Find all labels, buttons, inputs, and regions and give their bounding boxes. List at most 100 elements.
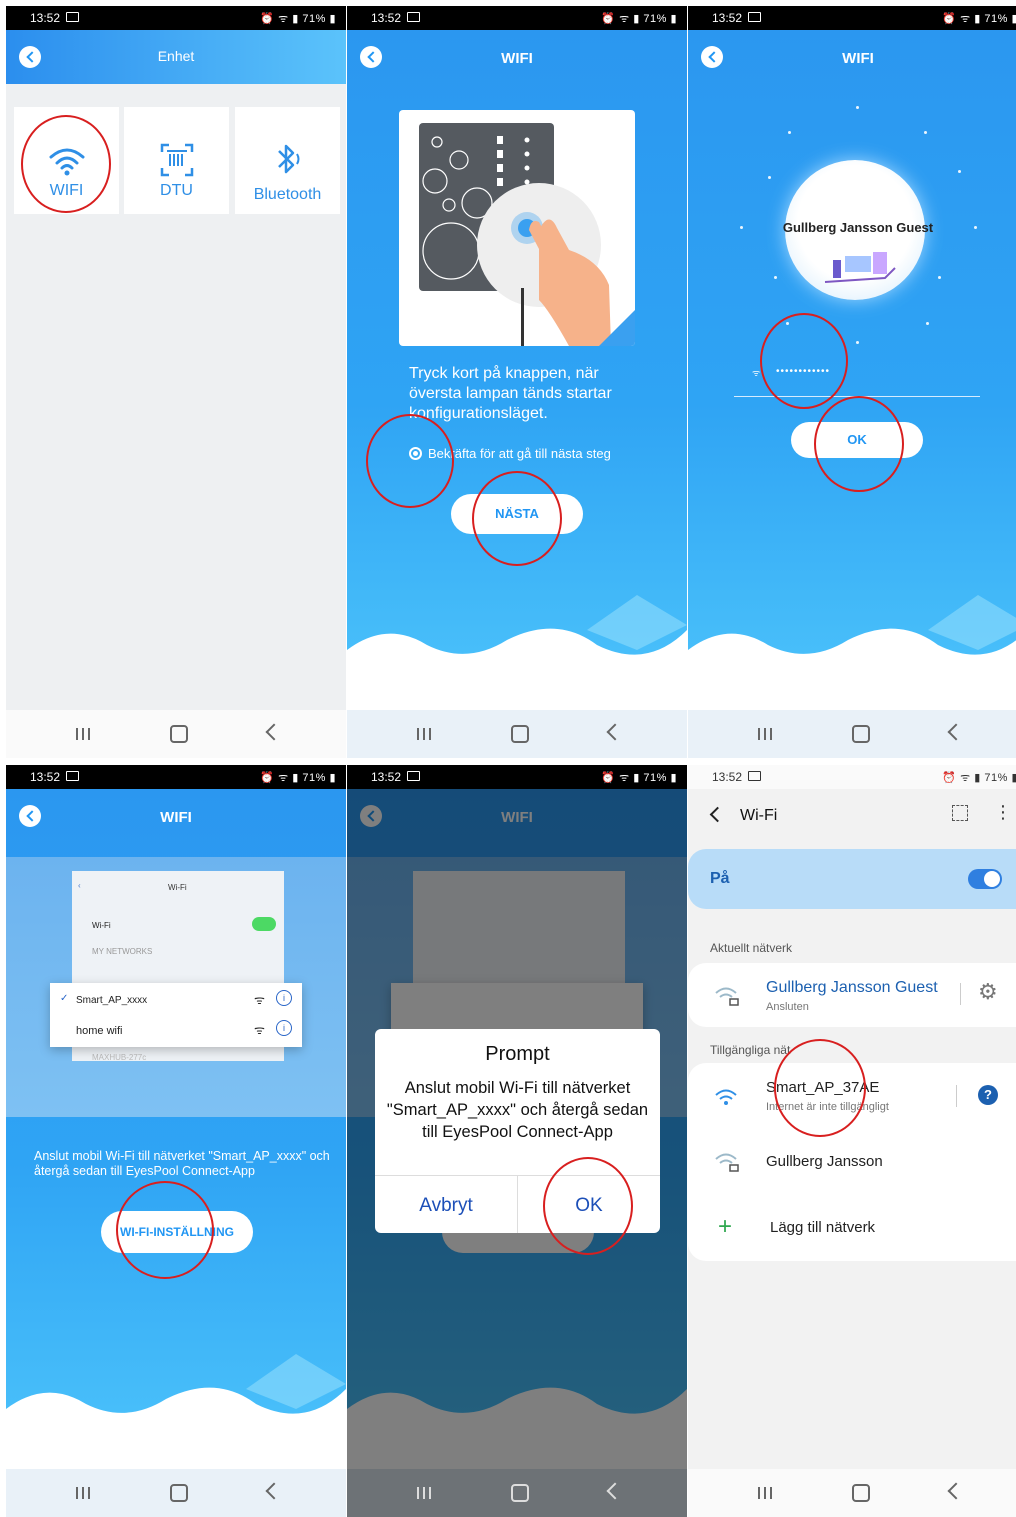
tile-bluetooth[interactable]: Bluetooth <box>235 107 340 214</box>
nav-back-button[interactable] <box>265 1482 283 1500</box>
status-bar: 13:52 ⏰ ᯤ ▮ 71% ▮ <box>688 6 1016 30</box>
status-indicators: ⏰ ᯤ ▮ 71% ▮ <box>260 772 336 784</box>
system-nav-bar <box>347 710 687 758</box>
ios-network-card: ✓ Smart_AP_xxxx home wifi ᯤ i ᯤ i <box>50 983 302 1047</box>
wifi-icon: ᯤ <box>254 1023 265 1037</box>
network-name: Gullberg Jansson <box>766 1153 883 1170</box>
star-dot <box>974 226 977 229</box>
current-network-header: Aktuellt nätverk <box>710 941 793 955</box>
home-button[interactable] <box>852 1484 870 1502</box>
current-network-status: Ansluten <box>766 1001 809 1013</box>
star-dot <box>938 276 941 279</box>
page-title: Wi-Fi <box>740 807 778 824</box>
wifi-lock-icon <box>715 987 739 1006</box>
nav-back-button[interactable] <box>947 723 965 741</box>
current-network-name: Gullberg Jansson Guest <box>766 979 938 996</box>
recents-button[interactable] <box>417 728 431 740</box>
home-button[interactable] <box>170 725 188 743</box>
page-title: WIFI <box>501 50 533 67</box>
home-button[interactable] <box>511 1484 529 1502</box>
mail-icon <box>748 12 761 22</box>
app-header: Enhet <box>6 30 346 84</box>
wifi-icon: ᯤ <box>254 993 265 1007</box>
dialog-title: Prompt <box>485 1043 550 1065</box>
mail-icon <box>66 771 79 781</box>
recents-button[interactable] <box>76 728 90 740</box>
wave-decoration <box>688 595 1016 710</box>
star-dot <box>958 170 961 173</box>
star-dot <box>768 176 771 179</box>
cancel-button[interactable]: Avbryt <box>375 1195 517 1217</box>
wifi-toggle[interactable] <box>968 869 1002 889</box>
tile-dtu[interactable]: DTU <box>124 107 229 214</box>
divider <box>960 983 961 1005</box>
more-options-icon[interactable]: ⋮ <box>994 803 1012 821</box>
nav-back-button[interactable] <box>265 723 283 741</box>
device-button-illustration <box>419 123 635 346</box>
status-indicators: ⏰ ᯤ ▮ 71% ▮ <box>942 772 1016 784</box>
screen-wifi-instruction: 13:52 ⏰ ᯤ ▮ 71% ▮ WIFI Tryck kort på kna… <box>347 6 687 758</box>
network-row[interactable]: Gullberg Jansson <box>688 1129 1016 1195</box>
home-button[interactable] <box>170 1484 188 1502</box>
status-time: 13:52 <box>712 770 743 784</box>
star-dot <box>774 276 777 279</box>
info-icon: i <box>276 990 292 1006</box>
mail-icon <box>66 12 79 22</box>
recents-button[interactable] <box>758 728 772 740</box>
wifi-lock-icon <box>715 1153 739 1172</box>
wifi-icon <box>715 1089 737 1105</box>
status-bar: 13:52 ⏰ ᯤ ▮ 71% ▮ <box>6 6 346 30</box>
nav-back-button[interactable] <box>606 1482 624 1500</box>
current-network-card[interactable]: Gullberg Jansson Guest Ansluten ⚙ <box>688 963 1016 1027</box>
ios-header: Wi-Fi <box>168 883 187 892</box>
star-dot <box>856 341 859 344</box>
nav-back-button[interactable] <box>947 1482 965 1500</box>
star-dot <box>856 106 859 109</box>
status-bar: 13:52 ⏰ ᯤ ▮ 71% ▮ <box>347 765 687 789</box>
available-networks-header: Tillgängliga nät <box>710 1043 791 1057</box>
add-network-row[interactable]: + Lägg till nätverk <box>688 1195 1016 1261</box>
recents-button[interactable] <box>417 1487 431 1499</box>
mail-icon <box>407 12 420 22</box>
instruction-text: Anslut mobil Wi-Fi till nätverket "Smart… <box>34 1149 330 1178</box>
annotation-circle <box>116 1181 214 1279</box>
nav-back-button[interactable] <box>606 723 624 741</box>
page-title: Enhet <box>157 48 195 64</box>
battery-level: 71% <box>984 772 1008 784</box>
ios-network-maxhub: MAXHUB-277c <box>92 1053 147 1062</box>
home-button[interactable] <box>511 725 529 743</box>
page-title: WIFI <box>160 809 192 826</box>
dialog-message: Anslut mobil Wi-Fi till nätverket "Smart… <box>386 1079 649 1141</box>
wifi-on-label: På <box>710 870 730 887</box>
tile-label: DTU <box>160 182 193 199</box>
screen-wifi-password: 13:52 ⏰ ᯤ ▮ 71% ▮ WIFI Gullberg Jansson … <box>688 6 1016 758</box>
gear-icon[interactable]: ⚙ <box>978 979 998 1005</box>
annotation-circle <box>21 115 111 213</box>
annotation-circle <box>366 414 454 508</box>
annotation-circle <box>814 396 904 492</box>
page-title: WIFI <box>842 50 874 67</box>
status-bar: 13:52 ⏰ ᯤ ▮ 71% ▮ <box>6 765 346 789</box>
wifi-toggle-row[interactable]: På <box>688 849 1016 909</box>
home-button[interactable] <box>852 725 870 743</box>
star-dot <box>924 131 927 134</box>
dtu-icon <box>160 143 194 177</box>
status-indicators: ⏰ ᯤ ▮ 71% ▮ <box>942 13 1016 25</box>
recents-button[interactable] <box>76 1487 90 1499</box>
status-indicators: ⏰ ᯤ ▮ 71% ▮ <box>601 772 677 784</box>
screen-prompt-dialog: 13:52 ⏰ ᯤ ▮ 71% ▮ WIFI Prompt Anslut mob… <box>347 765 687 1517</box>
network-name: Gullberg Jansson Guest <box>782 220 934 235</box>
star-dot <box>926 322 929 325</box>
battery-level: 71% <box>643 772 667 784</box>
wifi-small-icon: ᯤ <box>752 368 761 378</box>
wave-decoration <box>6 1354 346 1469</box>
recents-button[interactable] <box>758 1487 772 1499</box>
qr-scan-icon[interactable] <box>952 805 968 821</box>
device-illustration <box>399 110 635 346</box>
help-icon[interactable]: ? <box>978 1085 998 1105</box>
add-network-label: Lägg till nätverk <box>770 1219 876 1236</box>
annotation-circle <box>543 1157 633 1255</box>
ios-back-icon: ‹ <box>78 881 81 890</box>
status-indicators: ⏰ ᯤ ▮ 71% ▮ <box>260 13 336 25</box>
battery-level: 71% <box>643 13 667 25</box>
